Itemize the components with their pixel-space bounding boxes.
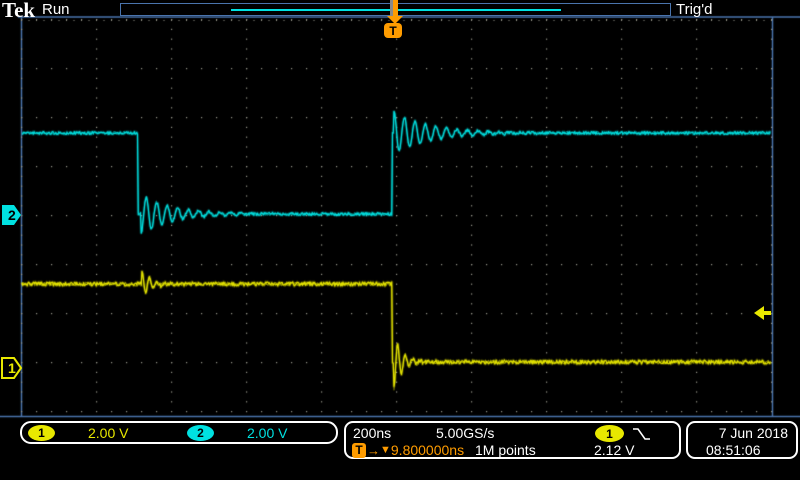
channel2-badge: 2 [187,425,214,441]
channel2-scale: 2.00 V [247,425,287,441]
trigger-status: Trig'd [676,1,712,18]
trigger-arrow-glyph: → [367,443,380,458]
oscilloscope-screen: Tek Run Trig'd T 2 1 1 2.00 V 2 2.00 V 2… [0,0,800,480]
channel1-ground-marker: 1 [1,357,22,379]
acquisition-status: Run [42,1,70,18]
trigger-position-stem [390,0,398,16]
horizontal-trigger-readout: 200ns 5.00GS/s 1 T → ▼ 9.800000ns 1M poi… [344,421,681,459]
tek-logo: Tek [2,0,35,23]
date-value: 7 Jun 2018 [719,425,788,441]
datetime-readout: 7 Jun 2018 08:51:06 [686,421,798,459]
trigger-position-value: 9.800000ns [391,442,464,458]
trigger-position-readout: T → ▼ 9.800000ns [352,442,464,458]
timebase-scale: 200ns [353,425,391,441]
sample-rate: 5.00GS/s [436,425,494,441]
channel1-badge: 1 [28,425,55,441]
trigger-level-arrow-icon [754,306,772,320]
channel2-ground-marker: 2 [1,204,22,226]
trigger-t-badge-small: T [352,443,366,458]
channel1-scale: 2.00 V [88,425,128,441]
time-value: 08:51:06 [706,442,761,458]
graticule-waveform-canvas [0,0,800,480]
trigger-source-badge: 1 [595,425,624,442]
trigger-t-badge: T [384,23,402,38]
trigger-level-value: 2.12 V [594,442,634,458]
channel-scale-readout: 1 2.00 V 2 2.00 V [20,421,338,444]
channel2-marker-label: 2 [8,207,16,223]
channel1-marker-label: 1 [8,360,16,376]
falling-edge-icon [632,426,651,442]
trigger-slope-glyph: ▼ [380,443,391,458]
record-length: 1M points [475,442,536,458]
